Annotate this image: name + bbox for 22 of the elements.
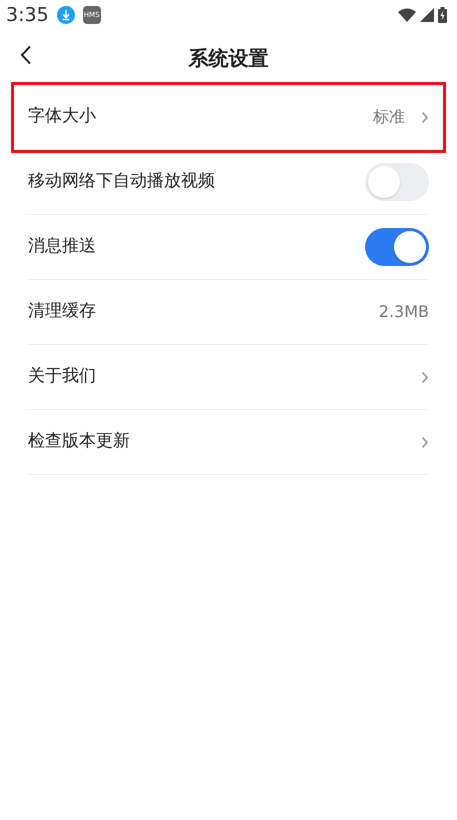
chevron-icon bbox=[421, 370, 429, 384]
setting-label: 移动网络下自动播放视频 bbox=[28, 170, 215, 194]
signal-icon bbox=[420, 8, 434, 22]
setting-label: 清理缓存 bbox=[28, 300, 96, 324]
setting-label: 检查版本更新 bbox=[28, 430, 130, 454]
status-time: 3:35 bbox=[6, 2, 49, 28]
setting-label: 关于我们 bbox=[28, 365, 96, 388]
setting-label: 字体大小 bbox=[28, 105, 96, 128]
toggle-switch[interactable] bbox=[365, 163, 429, 201]
page-title: 系统设置 bbox=[188, 44, 268, 72]
setting-value: 标准 bbox=[373, 106, 405, 128]
setting-value: 2.3MB bbox=[378, 301, 429, 323]
settings-row[interactable]: 关于我们 bbox=[28, 345, 429, 410]
wifi-icon bbox=[398, 8, 416, 22]
highlighted-settings-row[interactable]: 字体大小 标准 bbox=[14, 85, 443, 150]
chevron-icon bbox=[421, 436, 429, 448]
settings-row[interactable]: 检查版本更新 bbox=[28, 410, 429, 475]
battery-icon bbox=[438, 7, 447, 23]
setting-label: 消息推送 bbox=[28, 235, 96, 258]
download-icon bbox=[56, 6, 75, 24]
toggle-switch[interactable] bbox=[365, 228, 429, 266]
chevron-icon bbox=[421, 110, 429, 124]
